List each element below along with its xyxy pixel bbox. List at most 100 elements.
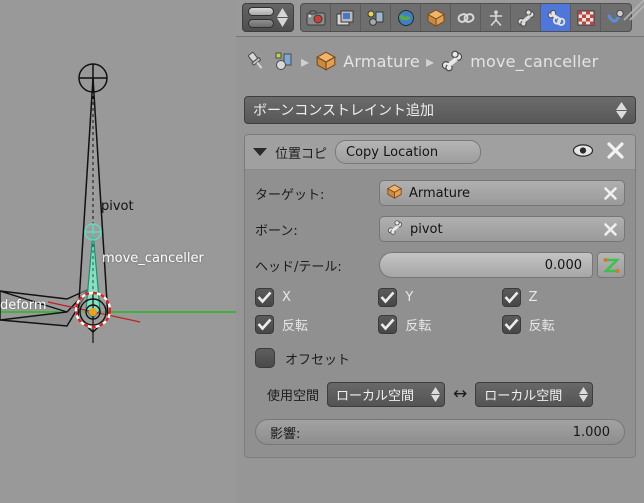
- editor-type-selector[interactable]: [242, 3, 294, 32]
- target-row: ターゲット: Armature: [255, 180, 625, 206]
- checkbox-box: [255, 348, 275, 368]
- space-label: 使用空間: [267, 389, 320, 404]
- bone-row: ボーン: pivot: [255, 216, 625, 242]
- head-tail-control: 0.000: [379, 252, 625, 278]
- close-x-icon[interactable]: [606, 141, 625, 164]
- chain-link-icon: [457, 12, 474, 23]
- checker-material-icon: [577, 10, 594, 25]
- tab-physics[interactable]: [601, 4, 631, 31]
- dropdown-spinner-icon: [616, 101, 627, 119]
- invert-z-checkbox[interactable]: 反転: [501, 315, 625, 334]
- bone-icon: [517, 8, 534, 27]
- bbone-shape-toggle[interactable]: [597, 252, 625, 278]
- render-layers-icon: [336, 10, 353, 25]
- checkbox-box: [378, 315, 398, 334]
- constraint-name-input[interactable]: Copy Location: [335, 140, 482, 164]
- invert-y-label: 反転: [405, 319, 432, 334]
- target-object-value: Armature: [409, 185, 471, 201]
- bbone-shape-icon: [602, 257, 620, 273]
- influence-slider[interactable]: 影響: 1.000: [255, 419, 625, 445]
- pin-icon[interactable]: [245, 50, 267, 72]
- invert-z-label: 反転: [528, 319, 555, 334]
- constraint-header-icons: [572, 141, 627, 164]
- axis-z-checkbox[interactable]: Z: [501, 288, 625, 307]
- editor-type-arrows: [277, 8, 288, 27]
- checkbox-box: [501, 288, 521, 307]
- target-bone-icon: [386, 219, 404, 239]
- owner-space-dropdown[interactable]: ローカル空間: [475, 382, 594, 407]
- constraint-type-label: 位置コピ: [275, 146, 328, 162]
- head-tail-value: 0.000: [544, 257, 582, 273]
- physics-icon: [607, 9, 624, 22]
- influence-label: 影響:: [270, 426, 301, 442]
- bone-joint-root: [78, 63, 108, 93]
- bone-label-pivot: pivot: [101, 199, 134, 214]
- target-label: ターゲット:: [255, 187, 325, 203]
- tab-bone[interactable]: [511, 4, 541, 31]
- dropdown-spinner-icon: [431, 387, 441, 402]
- breadcrumb-separator-1: ▸: [301, 51, 310, 71]
- bone-clear-x-icon[interactable]: [603, 222, 618, 237]
- target-space-value: ローカル空間: [336, 389, 415, 404]
- constraint-panel: 位置コピ Copy Location ターゲット: Armature ボーン: …: [244, 134, 636, 458]
- blender-window: pivot move_canceller deform ▸ Armature ▸…: [0, 0, 644, 503]
- invert-y-checkbox[interactable]: 反転: [378, 315, 501, 334]
- space-row: 使用空間 ローカル空間 ↔ ローカル空間: [255, 382, 625, 407]
- constraint-panel-header[interactable]: 位置コピ Copy Location: [245, 135, 635, 170]
- dropdown-spinner-icon: [579, 387, 589, 402]
- triangle-down-icon[interactable]: [253, 148, 267, 156]
- checkbox-box: [378, 288, 398, 307]
- breadcrumb-separator-2: ▸: [425, 51, 435, 71]
- tab-render[interactable]: [301, 4, 331, 31]
- properties-header: [236, 0, 644, 37]
- object-data-icon[interactable]: [273, 50, 295, 72]
- breadcrumb-bone-name[interactable]: move_canceller: [470, 52, 598, 71]
- editor-type-glyph: [248, 7, 274, 28]
- target-space-dropdown[interactable]: ローカル空間: [327, 382, 446, 407]
- scene-icon: [367, 10, 383, 26]
- breadcrumb: ▸ Armature ▸ move_canceller: [236, 37, 644, 85]
- tab-scene[interactable]: [361, 4, 391, 31]
- properties-tab-strip[interactable]: [300, 3, 632, 32]
- world-globe-icon: [397, 9, 414, 26]
- axis-checkbox-row: X Y Z: [255, 288, 625, 307]
- bone-target-value: pivot: [410, 221, 443, 237]
- eye-icon[interactable]: [572, 143, 594, 162]
- breadcrumb-object-name[interactable]: Armature: [343, 52, 420, 71]
- add-bone-constraint-dropdown[interactable]: ボーンコンストレイント追加: [244, 96, 636, 124]
- invert-x-label: 反転: [282, 319, 309, 334]
- object-cube-icon: [426, 8, 445, 27]
- target-object-field[interactable]: Armature: [379, 180, 625, 206]
- invert-checkbox-row: 反転 反転 反転: [255, 315, 625, 334]
- tab-bone-constraints[interactable]: [541, 4, 571, 31]
- constraint-panel-body: ターゲット: Armature ボーン: pivot ヘッド/テール: 0.00…: [245, 170, 635, 457]
- axis-x-checkbox[interactable]: X: [255, 288, 378, 307]
- head-tail-slider[interactable]: 0.000: [379, 252, 593, 278]
- axis-y-label: Y: [405, 290, 414, 305]
- tab-world[interactable]: [391, 4, 421, 31]
- bone-target-field[interactable]: pivot: [379, 216, 625, 242]
- influence-value: 1.000: [572, 424, 610, 440]
- axis-y-checkbox[interactable]: Y: [378, 288, 501, 307]
- offset-checkbox[interactable]: オフセット: [255, 348, 625, 368]
- checkbox-box: [255, 315, 274, 334]
- 3d-viewport[interactable]: pivot move_canceller deform: [0, 0, 236, 503]
- tab-object-constraints[interactable]: [451, 4, 481, 31]
- add-bone-constraint-label: ボーンコンストレイント追加: [253, 103, 435, 119]
- bone-label-move-canceller: move_canceller: [102, 251, 204, 266]
- tab-material[interactable]: [571, 4, 601, 31]
- bone-constraint-icon: [547, 9, 565, 26]
- offset-label: オフセット: [285, 352, 351, 368]
- target-clear-x-icon[interactable]: [603, 186, 618, 201]
- breadcrumb-object-cube-icon: [315, 50, 337, 72]
- bone-label: ボーン:: [255, 223, 298, 239]
- armature-person-icon: [489, 9, 502, 26]
- tab-object-data-armature[interactable]: [481, 4, 511, 31]
- invert-x-checkbox[interactable]: 反転: [255, 315, 378, 334]
- tab-object[interactable]: [421, 4, 451, 31]
- tab-render-layers[interactable]: [331, 4, 361, 31]
- head-tail-row: ヘッド/テール: 0.000: [255, 252, 625, 278]
- target-object-cube-icon: [386, 183, 403, 203]
- head-tail-label: ヘッド/テール:: [255, 259, 342, 275]
- properties-editor: ▸ Armature ▸ move_canceller ボーンコンストレイント追…: [236, 0, 644, 503]
